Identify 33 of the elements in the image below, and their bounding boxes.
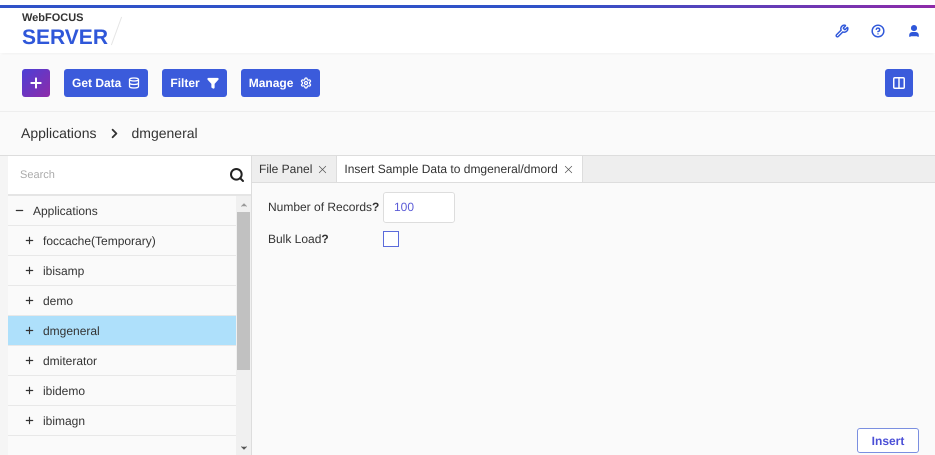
layout-button[interactable] [885, 69, 913, 97]
field-label: Number of Records? [268, 199, 380, 216]
database-icon [128, 77, 140, 89]
expand-icon[interactable] [24, 235, 35, 246]
tab[interactable]: Insert Sample Data to dmgeneral/dmord [337, 156, 583, 182]
tree-item[interactable]: dmgeneral [8, 316, 236, 346]
insert-button[interactable]: Insert [857, 428, 919, 453]
toolbar-button[interactable]: Get Data [64, 69, 148, 97]
breadcrumb-item[interactable]: dmgeneral [132, 123, 198, 144]
scrollbar[interactable] [236, 196, 251, 455]
expand-icon[interactable] [24, 415, 35, 426]
brand-title: SERVER [22, 27, 108, 48]
filter-icon [206, 77, 219, 89]
brand-small-text: WebFOCUS [22, 13, 85, 24]
expand-icon[interactable] [24, 325, 35, 336]
help-icon[interactable] [871, 24, 885, 38]
expand-icon[interactable] [24, 265, 35, 276]
expand-icon[interactable] [24, 355, 35, 366]
tools-icon[interactable] [835, 24, 849, 38]
breadcrumb-item[interactable]: Applications [21, 123, 96, 144]
user-icon[interactable] [907, 24, 921, 38]
gear-icon [300, 77, 312, 89]
records-input[interactable]: 100 [383, 192, 455, 222]
plus-icon [28, 75, 44, 91]
expand-icon[interactable] [24, 295, 35, 306]
field-label: Bulk Load? [268, 231, 330, 248]
toolbar-button[interactable]: Manage [240, 69, 320, 97]
checkbox[interactable] [383, 231, 399, 247]
expand-icon[interactable] [24, 385, 35, 396]
search-icon[interactable] [229, 167, 245, 183]
toolbar-button[interactable]: Filter [162, 69, 227, 97]
add-button[interactable] [22, 69, 50, 97]
columns-icon [892, 76, 906, 90]
